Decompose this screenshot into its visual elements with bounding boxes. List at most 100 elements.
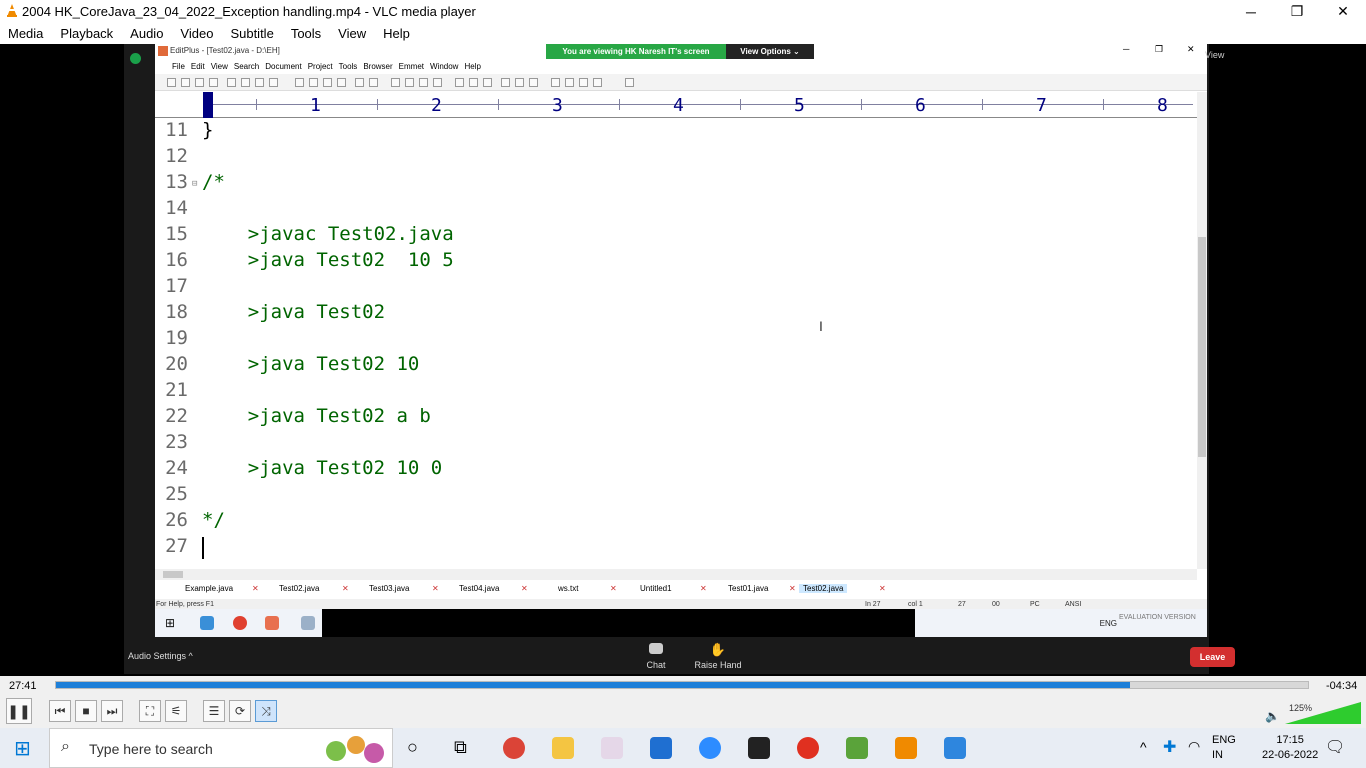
- windows-start-icon[interactable]: ⊞: [14, 736, 31, 761]
- ep-menu-project[interactable]: Project: [308, 62, 333, 71]
- leave-button[interactable]: Leave: [1190, 647, 1235, 667]
- doc-tab[interactable]: Example.java: [185, 584, 233, 593]
- menu-help[interactable]: Help: [383, 26, 410, 41]
- recorder-icon[interactable]: [797, 737, 819, 759]
- taskbar-clock[interactable]: 17:15 22-06-2022: [1262, 733, 1318, 763]
- goto-icon[interactable]: [433, 78, 442, 87]
- menu-playback[interactable]: Playback: [60, 26, 113, 41]
- tab-close-icon[interactable]: ✕: [252, 584, 259, 593]
- maximize-button[interactable]: ❐: [1274, 0, 1320, 23]
- vlc-taskbar-icon[interactable]: [895, 737, 917, 759]
- delete-icon[interactable]: [337, 78, 346, 87]
- close-button[interactable]: ✕: [1320, 0, 1366, 23]
- doc-tab[interactable]: Test02.java: [279, 584, 319, 593]
- cliptext-icon[interactable]: [551, 78, 560, 87]
- tab-close-icon[interactable]: ✕: [610, 584, 617, 593]
- menu-tools[interactable]: Tools: [291, 26, 321, 41]
- speaker-icon[interactable]: 🔈: [1265, 709, 1280, 723]
- previous-button[interactable]: ⏮: [49, 700, 71, 722]
- tab-close-icon[interactable]: ✕: [342, 584, 349, 593]
- ep-menu-document[interactable]: Document: [265, 62, 301, 71]
- undo-icon[interactable]: [355, 78, 364, 87]
- wifi-icon[interactable]: ◠: [1188, 738, 1200, 755]
- cut-icon[interactable]: [295, 78, 304, 87]
- sticky-notes-icon[interactable]: [748, 737, 770, 759]
- heading-icon[interactable]: [469, 78, 478, 87]
- ep-menu-search[interactable]: Search: [234, 62, 259, 71]
- remaining-time[interactable]: -04:34: [1326, 680, 1357, 692]
- zoom-view-button[interactable]: View: [1205, 50, 1224, 60]
- new-file-icon[interactable]: [167, 78, 176, 87]
- view-options-button[interactable]: View Options ⌄: [726, 44, 814, 59]
- notepad-icon[interactable]: [846, 737, 868, 759]
- print-icon[interactable]: [227, 78, 236, 87]
- menu-media[interactable]: Media: [8, 26, 43, 41]
- browser-icon[interactable]: [269, 78, 278, 87]
- ep-menu-view[interactable]: View: [211, 62, 228, 71]
- zoom-app-icon[interactable]: [699, 737, 721, 759]
- save-icon[interactable]: [195, 78, 204, 87]
- help-icon[interactable]: [625, 78, 634, 87]
- vertical-scrollbar[interactable]: [1197, 92, 1207, 569]
- audio-settings-button[interactable]: Audio Settings ^: [128, 651, 193, 661]
- pause-button[interactable]: ❚❚: [6, 698, 32, 724]
- word-wrap-icon[interactable]: [483, 78, 492, 87]
- playlist-button[interactable]: ☰: [203, 700, 225, 722]
- doc-tab[interactable]: Test04.java: [459, 584, 499, 593]
- snipping-tool-icon[interactable]: [601, 737, 623, 759]
- doc-tab[interactable]: Untitled1: [640, 584, 672, 593]
- chat-button[interactable]: Chat: [633, 643, 679, 670]
- editplus-close-icon[interactable]: ✕: [1187, 44, 1195, 55]
- ep-menu-edit[interactable]: Edit: [191, 62, 205, 71]
- paste-icon[interactable]: [323, 78, 332, 87]
- tab-close-icon[interactable]: ✕: [879, 584, 886, 593]
- doc-tab[interactable]: Test01.java: [728, 584, 768, 593]
- minimize-button[interactable]: ─: [1228, 0, 1274, 23]
- tab-close-icon[interactable]: ✕: [432, 584, 439, 593]
- ep-menu-emmet[interactable]: Emmet: [399, 62, 424, 71]
- line-number-icon[interactable]: [515, 78, 524, 87]
- cortana-icon[interactable]: ○: [407, 737, 418, 758]
- ep-menu-browser[interactable]: Browser: [363, 62, 392, 71]
- replace-icon[interactable]: [405, 78, 414, 87]
- settings-icon[interactable]: [529, 78, 538, 87]
- font-icon[interactable]: [455, 78, 464, 87]
- tab-close-icon[interactable]: ✕: [789, 584, 796, 593]
- editplus-maximize-icon[interactable]: ❐: [1155, 44, 1163, 55]
- find-icon[interactable]: [391, 78, 400, 87]
- store-icon[interactable]: [650, 737, 672, 759]
- open-file-icon[interactable]: [181, 78, 190, 87]
- fullscreen-button[interactable]: ⛶: [139, 700, 161, 722]
- stop-button[interactable]: ■: [75, 700, 97, 722]
- photos-icon[interactable]: [944, 737, 966, 759]
- ep-menu-file[interactable]: File: [172, 62, 185, 71]
- extended-settings-button[interactable]: ⚟: [165, 700, 187, 722]
- seek-bar[interactable]: [55, 681, 1309, 689]
- language-indicator[interactable]: ENG IN: [1212, 733, 1236, 763]
- menu-view[interactable]: View: [338, 26, 366, 41]
- tab-close-icon[interactable]: ✕: [521, 584, 528, 593]
- code-editor[interactable]: 11} 12 13 ⊟ /* 14 15 >javac Test02.java 16…: [155, 119, 1197, 569]
- doc-tab-active[interactable]: Test02.java: [799, 584, 848, 593]
- redo-icon[interactable]: [369, 78, 378, 87]
- fullscreen-icon[interactable]: [593, 78, 602, 87]
- ep-menu-window[interactable]: Window: [430, 62, 458, 71]
- loop-button[interactable]: ⟳: [229, 700, 251, 722]
- ruler-icon[interactable]: [501, 78, 510, 87]
- find-next-icon[interactable]: [419, 78, 428, 87]
- shuffle-button[interactable]: ⤨: [255, 700, 277, 722]
- volume-slider[interactable]: [1285, 702, 1361, 724]
- chrome-taskbar-icon[interactable]: [503, 737, 525, 759]
- taskbar-search-box[interactable]: ⌕ Type here to search: [49, 728, 393, 768]
- output-icon[interactable]: [579, 78, 588, 87]
- notification-icon[interactable]: 🗨: [1325, 737, 1345, 757]
- tray-chevron-icon[interactable]: ^: [1140, 739, 1147, 755]
- spell-check-icon[interactable]: [255, 78, 264, 87]
- menu-subtitle[interactable]: Subtitle: [230, 26, 273, 41]
- ep-menu-tools[interactable]: Tools: [339, 62, 358, 71]
- print-preview-icon[interactable]: [241, 78, 250, 87]
- scroll-thumb[interactable]: [1198, 237, 1206, 457]
- directory-icon[interactable]: [565, 78, 574, 87]
- next-button[interactable]: ⏭: [101, 700, 123, 722]
- tray-plus-icon[interactable]: ✚: [1163, 737, 1176, 757]
